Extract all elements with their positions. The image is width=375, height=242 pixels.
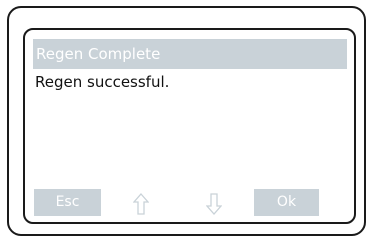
arrow-down-icon[interactable] [205, 193, 223, 215]
ok-button[interactable]: Ok [254, 189, 319, 216]
dialog-message: Regen successful. [35, 73, 170, 91]
dialog-title: Regen Complete [33, 39, 347, 69]
esc-button[interactable]: Esc [34, 189, 101, 216]
arrow-up-icon[interactable] [132, 193, 150, 215]
